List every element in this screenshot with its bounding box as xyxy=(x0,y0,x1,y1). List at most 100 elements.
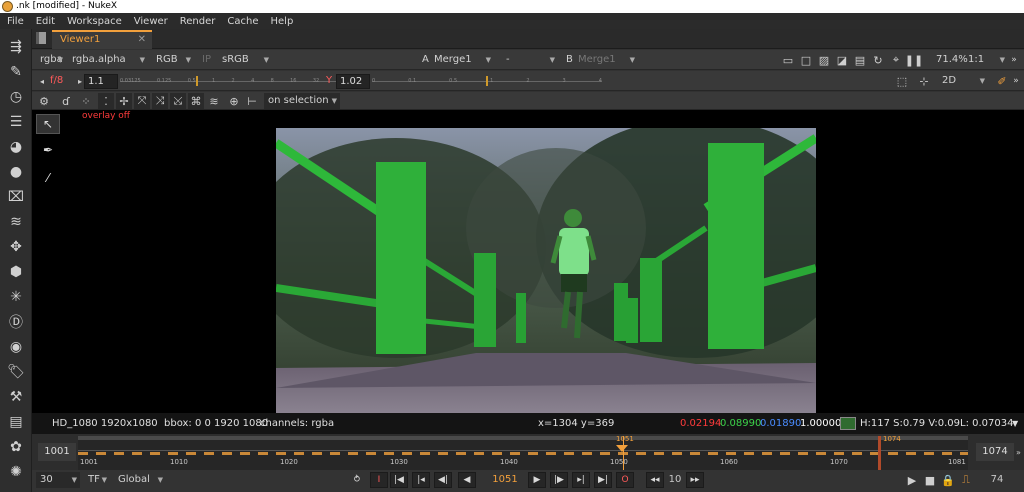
out-frame-field[interactable]: 1074 xyxy=(976,443,1014,461)
menu-workspace[interactable]: Workspace xyxy=(60,16,127,27)
feather-icon[interactable]: ⌘ xyxy=(188,93,204,109)
flipbook-icon[interactable]: ▶ xyxy=(904,472,920,488)
in-frame-field[interactable]: 1001 xyxy=(38,443,76,461)
refresh-icon[interactable]: ↻ xyxy=(870,52,886,68)
monitor-out-icon[interactable]: ⎍ xyxy=(958,472,974,488)
scale-point-icon[interactable]: ⤧ xyxy=(134,93,150,109)
3d-tools-icon[interactable]: ⬢ xyxy=(6,262,26,282)
pause-viewer-icon[interactable]: ❚❚ xyxy=(905,52,923,68)
prev-keyframe-button[interactable]: |◂ xyxy=(412,472,430,488)
display-channel-dropdown[interactable]: RGB ▼ xyxy=(152,52,194,68)
info-menu-icon[interactable]: ▼ xyxy=(1012,413,1018,434)
b-input-dropdown[interactable]: Merge1 ▼ xyxy=(574,52,638,68)
menu-help[interactable]: Help xyxy=(264,16,299,27)
overscan-icon[interactable]: ▤ xyxy=(852,52,868,68)
menu-file[interactable]: File xyxy=(0,16,29,27)
keyer-tools-icon[interactable]: ⌧ xyxy=(6,187,26,207)
color-tools-icon[interactable]: ◕ xyxy=(6,137,26,157)
expand-gain-toolbar-icon[interactable]: » xyxy=(1008,73,1024,89)
step-back-button[interactable]: ◂◂ xyxy=(646,472,664,488)
lock-icon[interactable]: 🔒 xyxy=(940,472,956,488)
frame-range-dropdown[interactable]: Global ▼ xyxy=(114,472,166,488)
channels-dropdown[interactable]: rgba ▼ xyxy=(36,52,66,68)
current-frame-field[interactable]: 1051 xyxy=(484,472,526,488)
wipe-mode-dropdown[interactable]: - ▼ xyxy=(502,52,558,68)
particles-tools-icon[interactable]: ✳ xyxy=(6,287,26,307)
stop-icon[interactable]: ■ xyxy=(922,472,938,488)
clip-warning-icon[interactable]: ◪ xyxy=(834,52,850,68)
roi-select-icon[interactable]: ⬚ xyxy=(894,73,910,89)
pane-menu-icon[interactable] xyxy=(36,32,46,44)
in-point-button[interactable]: I xyxy=(370,472,388,488)
out-point-button[interactable]: O xyxy=(616,472,634,488)
merge-tools-icon[interactable]: ≋ xyxy=(6,212,26,232)
select-tool-icon[interactable]: ↖ xyxy=(36,114,60,134)
timeline-expand-icon[interactable]: » xyxy=(1016,448,1021,457)
tab-close-icon[interactable]: ✕ xyxy=(138,32,146,48)
last-frame-button[interactable]: ▶| xyxy=(594,472,612,488)
roi-icon[interactable]: ▭ xyxy=(780,52,796,68)
furnace-tools-icon[interactable]: ✿ xyxy=(6,437,26,457)
transform-handle-icon[interactable]: ɗ xyxy=(58,93,74,109)
viewer-image[interactable] xyxy=(276,128,816,413)
gamma-input[interactable]: 1.02 xyxy=(336,74,370,89)
input-process-toggle[interactable]: IP xyxy=(198,52,218,68)
plugins-tools-icon[interactable]: ✺ xyxy=(6,462,26,482)
time-tools-icon[interactable]: ◷ xyxy=(6,87,26,107)
brush-tool-icon[interactable]: ⁄ xyxy=(36,168,60,188)
rotate-point-icon[interactable]: ⤨ xyxy=(152,93,168,109)
gamma-label[interactable]: Y xyxy=(322,73,336,89)
view-mode-dropdown[interactable]: 2D ▼ xyxy=(938,73,988,89)
settings-gear-icon[interactable]: ⚙ xyxy=(36,93,52,109)
safe-area-icon[interactable]: □ xyxy=(798,52,814,68)
add-point-icon[interactable]: ⁚ xyxy=(98,93,114,109)
zoom-level[interactable]: 71.4% xyxy=(932,52,968,68)
transform-tools-icon[interactable]: ✥ xyxy=(6,237,26,257)
channel-tools-icon[interactable]: ☰ xyxy=(6,112,26,132)
menu-cache[interactable]: Cache xyxy=(220,16,263,27)
tab-viewer1[interactable]: Viewer1 ✕ xyxy=(52,30,152,49)
fstop-label[interactable]: f/8 xyxy=(46,73,74,89)
image-tools-icon[interactable]: ⇶ xyxy=(6,37,26,57)
first-frame-button[interactable]: |◀ xyxy=(390,472,408,488)
views-tools-icon[interactable]: ◉ xyxy=(6,337,26,357)
a-input-dropdown[interactable]: Merge1 ▼ xyxy=(430,52,494,68)
motion-blur-icon[interactable]: ≋ xyxy=(206,93,222,109)
next-keyframe-button[interactable]: ▸| xyxy=(572,472,590,488)
toolsets-icon[interactable]: ⚒ xyxy=(6,387,26,407)
timeframe-dropdown[interactable]: TF ▼ xyxy=(84,472,110,488)
axis-icon[interactable]: ⊹ xyxy=(916,73,932,89)
menu-edit[interactable]: Edit xyxy=(29,16,60,27)
add-node-icon[interactable]: ⊕ xyxy=(226,93,242,109)
expand-toolbar-icon[interactable]: » xyxy=(1006,52,1022,68)
other-tools-icon[interactable]: ▤ xyxy=(6,412,26,432)
end-frame-field[interactable]: 74 xyxy=(982,472,1012,488)
link-point-icon[interactable]: ⤩ xyxy=(170,93,186,109)
fps-dropdown[interactable]: 30 ▼ xyxy=(36,472,80,488)
playback-mode-icon[interactable]: ⥁ xyxy=(348,472,366,488)
filter-tools-icon[interactable]: ● xyxy=(6,162,26,182)
bounding-box-icon[interactable]: ⊢ xyxy=(244,93,260,109)
prev-increment-button[interactable]: ◀| xyxy=(434,472,452,488)
draw-tools-icon[interactable]: ✎ xyxy=(6,62,26,82)
deep-tools-icon[interactable]: Ⓓ xyxy=(6,312,26,332)
next-increment-button[interactable]: |▶ xyxy=(550,472,568,488)
crosshair-icon[interactable]: ⌖ xyxy=(888,52,904,68)
menu-viewer[interactable]: Viewer xyxy=(127,16,173,27)
step-forward-button[interactable]: ▸▸ xyxy=(686,472,704,488)
viewer-lut-dropdown[interactable]: sRGB ▼ xyxy=(218,52,272,68)
select-points-icon[interactable]: ⁘ xyxy=(78,93,94,109)
proxy-dropdown[interactable]: 1:1 ▼ xyxy=(964,52,1008,68)
alpha-channel-dropdown[interactable]: rgba.alpha ▼ xyxy=(68,52,148,68)
selection-mode-dropdown[interactable]: on selection ▼ xyxy=(264,93,340,109)
gamma-slider[interactable]: 0 0.1 0.5 1 2 3 4 xyxy=(372,74,602,89)
metadata-tools-icon[interactable]: 🏷 xyxy=(6,362,26,382)
gain-slider[interactable]: 0.031250.1250.51248163264 xyxy=(120,74,342,89)
pen-tool-icon[interactable]: ✒ xyxy=(36,140,60,160)
move-point-icon[interactable]: ✢ xyxy=(116,93,132,109)
play-forward-button[interactable]: ▶ xyxy=(528,472,546,488)
gain-input[interactable]: 1.1 xyxy=(84,74,118,89)
zebra-icon[interactable]: ▨ xyxy=(816,52,832,68)
step-increment-field[interactable]: 10 xyxy=(666,472,684,488)
playhead-marker[interactable] xyxy=(616,445,628,452)
